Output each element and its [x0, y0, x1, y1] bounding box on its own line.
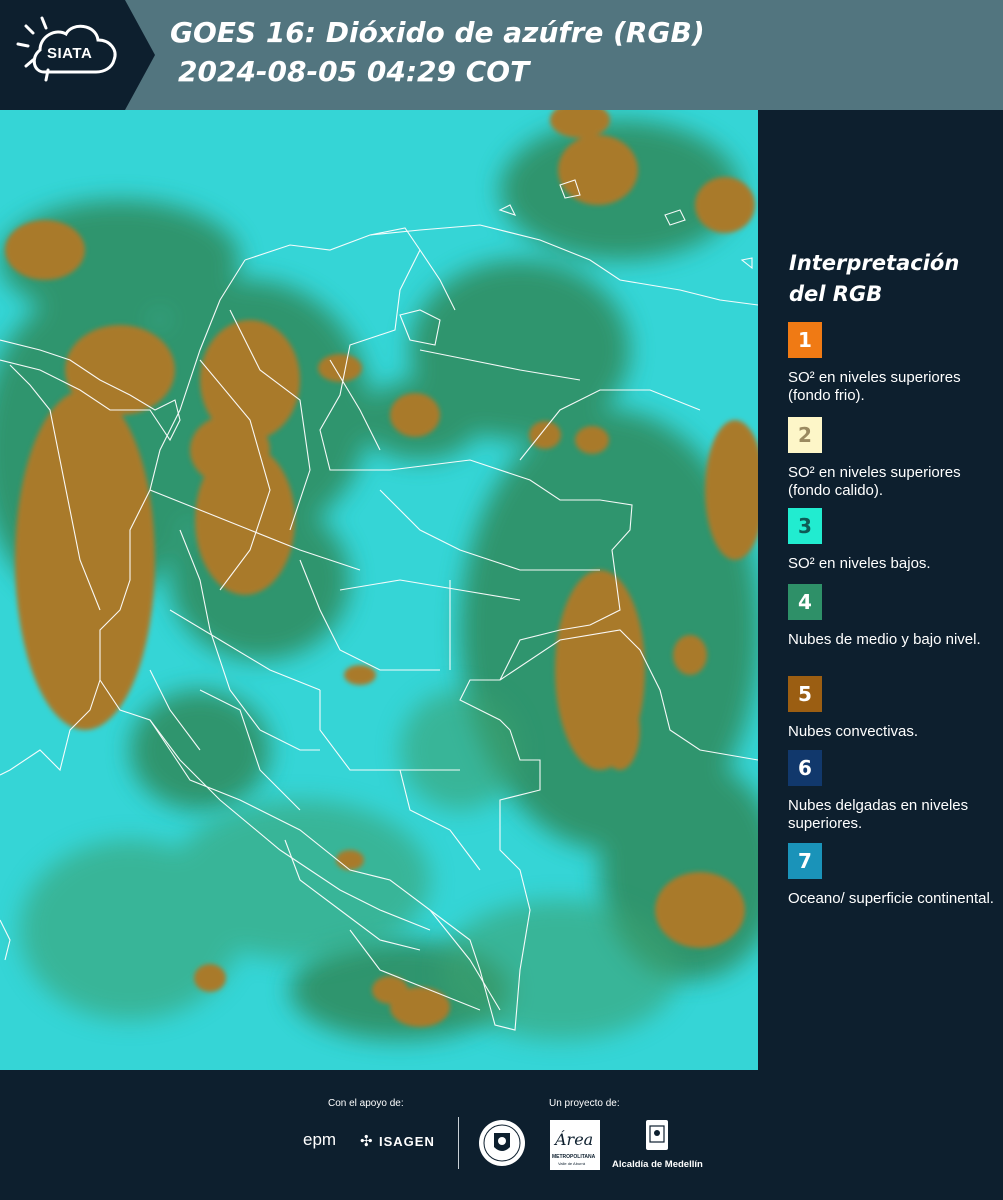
alcaldia-logo-text: Alcaldía de Medellín [612, 1159, 703, 1170]
seal-icon [479, 1120, 525, 1166]
area-metropolitana-logo[interactable]: Área METROPOLITANA Valle de Aburrá [550, 1120, 600, 1170]
medellin-seal-logo[interactable] [478, 1119, 526, 1167]
legend-item-4: 4 Nubes de medio y bajo nivel. [788, 584, 998, 649]
timestamp: 2024-08-05 04:29 COT [178, 55, 530, 88]
valle-logo-text: Valle de Aburrá [558, 1161, 586, 1166]
legend-item-6: 6 Nubes delgadas en niveles superiores. [788, 750, 998, 833]
legend-panel: Interpretación del RGB 1 SO² en niveles … [762, 110, 1003, 1070]
isagen-icon: ✣ [360, 1133, 373, 1150]
legend-label-3: SO² en niveles bajos. [788, 555, 931, 572]
coat-of-arms-icon [646, 1120, 668, 1150]
legend-label-1: SO² en niveles superiores (fondo frio). [788, 369, 961, 404]
isagen-logo[interactable]: ✣ ISAGEN [360, 1132, 440, 1152]
satellite-image [0, 110, 758, 1070]
legend-swatch-3: 3 [788, 508, 822, 544]
legend-swatch-4: 4 [788, 584, 822, 620]
legend-label-5: Nubes convectivas. [788, 723, 919, 740]
legend-item-3: 3 SO² en niveles bajos. [788, 508, 998, 573]
legend-item-1: 1 SO² en niveles superiores (fondo frio)… [788, 322, 998, 405]
area-logo-text: Área [555, 1130, 594, 1149]
legend-item-5: 5 Nubes convectivas. [788, 676, 998, 741]
legend-label-7: Oceano/ superficie continental. [788, 890, 994, 907]
alcaldia-logo[interactable]: Alcaldía de Medellín [612, 1118, 704, 1172]
legend-label-4: Nubes de medio y bajo nivel. [788, 631, 981, 648]
page-title: GOES 16: Dióxido de azúfre (RGB) [170, 16, 705, 49]
satellite-map[interactable] [0, 110, 758, 1070]
legend-swatch-7: 7 [788, 843, 822, 879]
legend-swatch-2: 2 [788, 417, 822, 453]
legend-label-2: SO² en niveles superiores (fondo calido)… [788, 464, 961, 499]
legend-item-2: 2 SO² en niveles superiores (fondo calid… [788, 417, 998, 500]
legend-swatch-1: 1 [788, 322, 822, 358]
support-label: Con el apoyo de: [328, 1098, 404, 1109]
legend-title: Interpretación del RGB [789, 251, 960, 306]
footer-divider [458, 1117, 459, 1169]
epm-logo[interactable]: epm [303, 1130, 336, 1150]
isagen-logo-text: ISAGEN [379, 1134, 435, 1149]
project-label: Un proyecto de: [549, 1098, 620, 1109]
legend-label-6: Nubes delgadas en niveles superiores. [788, 797, 969, 832]
legend-item-7: 7 Oceano/ superficie continental. [788, 843, 998, 908]
footer: Con el apoyo de: Un proyecto de: epm ✣ I… [0, 1070, 1003, 1200]
header-bar: SIATA GOES 16: Dióxido de azúfre (RGB) 2… [0, 0, 1003, 110]
metropolitana-logo-text: METROPOLITANA [552, 1154, 596, 1160]
siata-logo-text: SIATA [47, 45, 93, 62]
legend-swatch-6: 6 [788, 750, 822, 786]
epm-logo-text: epm [303, 1130, 337, 1149]
legend-swatch-5: 5 [788, 676, 822, 712]
siata-logo[interactable]: SIATA [0, 0, 155, 110]
